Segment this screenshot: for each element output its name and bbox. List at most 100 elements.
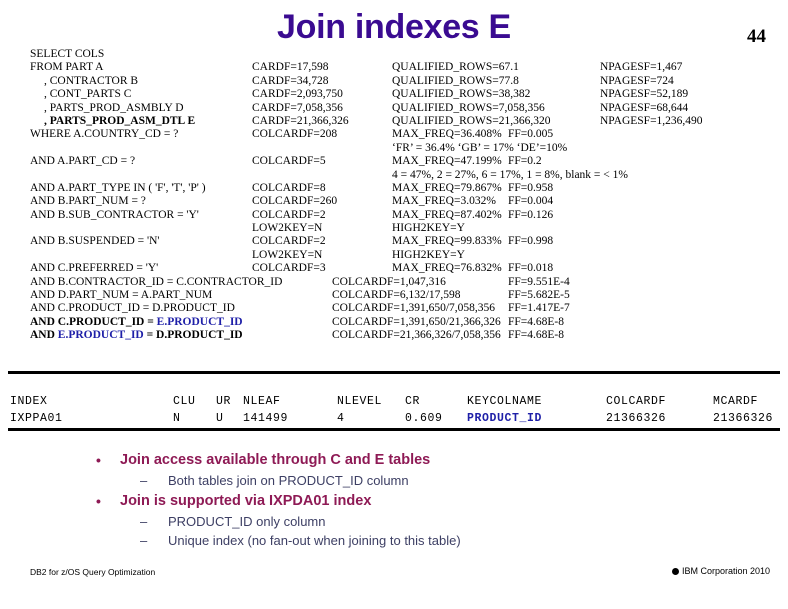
footer-right-text: IBM Corporation 2010: [671, 566, 770, 576]
sql-stat-row: AND C.PRODUCT_ID = D.PRODUCT_ID COLCARDF=…: [30, 302, 780, 315]
sql-stat-row: , CONTRACTOR B CARDF=34,728 QUALIFIED_ROWS…: [30, 75, 780, 88]
sql-stat-row: WHERE A.COUNTRY_CD = ? COLCARDF=208 MAX_FR…: [30, 128, 780, 141]
cardinality-stat: LOW2KEY=N: [252, 222, 323, 235]
sql-stat-row: AND B.CONTRACTOR_ID = C.CONTRACTOR_ID COL…: [30, 276, 780, 289]
sql-text: SELECT COLS: [30, 48, 105, 60]
sql-text: AND E.PRODUCT_ID = D.PRODUCT_ID: [30, 329, 243, 342]
frequency-stat: MAX_FREQ=87.402%: [392, 208, 502, 221]
bullet-list: • Join access available through C and E t…: [90, 450, 780, 551]
filter-factor-stat: FF=0.998: [508, 235, 554, 248]
frequency-stat: MAX_FREQ=3.032%: [392, 195, 496, 208]
cardinality-stat: COLCARDF=2: [252, 235, 326, 248]
sql-stat-row: , PARTS_PROD_ASM_DTL E CARDF=21,366,326 QU…: [30, 115, 780, 128]
filter-factor-stat: FF=0.2: [508, 155, 542, 168]
sql-text: AND C.PREFERRED = 'Y': [30, 262, 159, 275]
sql-text: AND C.PRODUCT_ID = D.PRODUCT_ID: [30, 302, 235, 315]
cell-clu: N: [173, 412, 181, 425]
cardinality-stat: COLCARDF=5: [252, 155, 326, 168]
sql-statistics-block: SELECT COLS FROM PART A CARDF=17,598 QUALIF…: [30, 48, 780, 343]
npagesf-stat: NPAGESF=724: [600, 74, 674, 87]
sql-stat-row: ‘FR’ = 36.4% ‘GB’ = 17% ‘DE’=10%: [30, 142, 780, 155]
frequency-stat: 4 = 47%, 2 = 27%, 6 = 17%, 1 = 8%, blank…: [392, 168, 628, 181]
frequency-stat: QUALIFIED_ROWS=67.1: [392, 61, 519, 74]
table-header-row: INDEX CLU UR NLEAF NLEVEL CR KEYCOLNAME …: [10, 393, 786, 410]
frequency-stat: MAX_FREQ=79.867%: [392, 181, 502, 194]
sub-bullet-item: – PRODUCT_ID only column: [90, 512, 780, 532]
cell-ur: U: [216, 412, 224, 425]
sql-text: AND B.SUSPENDED = 'N': [30, 235, 160, 248]
cardinality-stat: COLCARDF=3: [252, 262, 326, 275]
cell-index: IXPPA01: [10, 412, 63, 425]
sub-bullet-item: – Both tables join on PRODUCT_ID column: [90, 471, 780, 491]
sql-text: AND B.PART_NUM = ?: [30, 195, 146, 208]
filter-factor-stat: FF=0.126: [508, 208, 554, 221]
frequency-stat: QUALIFIED_ROWS=21,366,320: [392, 114, 551, 127]
filter-factor-stat: FF=1.417E-7: [508, 302, 570, 315]
frequency-stat: QUALIFIED_ROWS=7,058,356: [392, 101, 545, 114]
cardinality-stat: COLCARDF=6,132/17,598: [332, 289, 461, 302]
sql-text: AND A.PART_CD = ?: [30, 155, 136, 168]
filter-factor-stat: FF=0.004: [508, 195, 554, 208]
bullet-label: Unique index (no fan-out when joining to…: [168, 533, 461, 548]
bullet-label: PRODUCT_ID only column: [168, 513, 326, 529]
cardinality-stat: LOW2KEY=N: [252, 248, 323, 261]
frequency-stat: ‘FR’ = 36.4% ‘GB’ = 17% ‘DE’=10%: [392, 141, 568, 154]
sql-text: AND A.PART_TYPE IN ( 'F', 'T', 'P' ): [30, 181, 206, 194]
sql-stat-row: AND A.PART_TYPE IN ( 'F', 'T', 'P' ) COLC…: [30, 182, 780, 195]
sql-stat-row: 4 = 47%, 2 = 27%, 6 = 17%, 1 = 8%, blank…: [30, 169, 780, 182]
filter-factor-stat: FF=0.018: [508, 262, 554, 275]
sql-stat-row: AND D.PART_NUM = A.PART_NUM COLCARDF=6,13…: [30, 289, 780, 302]
sql-stat-row: SELECT COLS: [30, 48, 780, 61]
sql-stat-row: AND C.PREFERRED = 'Y' COLCARDF=3 MAX_FREQ=…: [30, 262, 780, 275]
page-title: Join indexes E: [277, 8, 511, 46]
bullet-dot-icon: •: [96, 492, 101, 509]
column-header-cr: CR: [405, 395, 421, 408]
cell-cr: 0.609: [405, 412, 443, 425]
frequency-stat: MAX_FREQ=76.832%: [392, 262, 502, 275]
sql-text: AND B.SUB_CONTRACTOR = 'Y': [30, 208, 199, 221]
column-header-ur: UR: [216, 395, 232, 408]
filter-factor-stat: FF=0.005: [508, 128, 554, 141]
bullet-dash-icon: –: [140, 473, 148, 488]
cell-colcardf: 21366326: [606, 412, 667, 425]
column-header-nleaf: NLEAF: [243, 395, 281, 408]
bullet-label: Both tables join on PRODUCT_ID column: [168, 473, 409, 488]
sql-text: , CONT_PARTS C: [44, 88, 132, 101]
table-row: IXPPA01 N U 141499 4 0.609 PRODUCT_ID 21…: [10, 410, 786, 427]
column-header-keycolname: KEYCOLNAME: [467, 395, 543, 408]
sql-stat-row: AND B.PART_NUM = ? COLCARDF=260 MAX_FREQ=3…: [30, 195, 780, 208]
frequency-stat: QUALIFIED_ROWS=38,382: [392, 88, 531, 101]
npagesf-stat: NPAGESF=52,189: [600, 88, 689, 101]
sql-text: , PARTS_PROD_ASM_DTL E: [44, 114, 196, 127]
cardinality-stat: COLCARDF=1,047,316: [332, 275, 446, 288]
frequency-stat: MAX_FREQ=47.199%: [392, 155, 502, 168]
bullet-item: • Join is supported via IXPDA01 index: [90, 491, 780, 512]
copyright-bullet-icon: [671, 568, 679, 575]
sql-text: , CONTRACTOR B: [44, 74, 139, 87]
sql-text: FROM PART A: [30, 61, 104, 74]
sql-stat-row: AND B.SUB_CONTRACTOR = 'Y' COLCARDF=2 MAX_…: [30, 209, 780, 222]
sql-highlight-column: E.PRODUCT_ID: [57, 329, 144, 342]
bullet-item: • Join access available through C and E t…: [90, 450, 780, 471]
sql-stat-row: AND B.SUSPENDED = 'N' COLCARDF=2 MAX_FREQ=…: [30, 235, 780, 248]
cardinality-stat: CARDF=2,093,750: [252, 88, 343, 101]
bullet-dot-icon: •: [96, 452, 101, 468]
frequency-stat: HIGH2KEY=Y: [392, 248, 465, 261]
cardinality-stat: COLCARDF=2: [252, 208, 326, 221]
sql-highlight-column: E.PRODUCT_ID: [156, 315, 243, 328]
cardinality-stat: COLCARDF=1,391,650/21,366,326: [332, 315, 501, 328]
npagesf-stat: NPAGESF=68,644: [600, 101, 689, 114]
column-header-index: INDEX: [10, 395, 48, 408]
index-statistics-table: INDEX CLU UR NLEAF NLEVEL CR KEYCOLNAME …: [10, 393, 786, 427]
bullet-dash-icon: –: [140, 533, 148, 548]
sql-stat-row: AND E.PRODUCT_ID = D.PRODUCT_ID COLCARDF=…: [30, 329, 780, 342]
column-header-nlevel: NLEVEL: [337, 395, 383, 408]
column-header-colcardf: COLCARDF: [606, 395, 667, 408]
frequency-stat: MAX_FREQ=99.833%: [392, 235, 502, 248]
filter-factor-stat: FF=4.68E-8: [508, 329, 565, 342]
cardinality-stat: CARDF=17,598: [252, 61, 329, 74]
sql-text: , PARTS_PROD_ASMBLY D: [44, 101, 184, 114]
filter-factor-stat: FF=0.958: [508, 181, 554, 194]
cardinality-stat: COLCARDF=260: [252, 195, 338, 208]
cell-keycolname: PRODUCT_ID: [467, 412, 543, 425]
